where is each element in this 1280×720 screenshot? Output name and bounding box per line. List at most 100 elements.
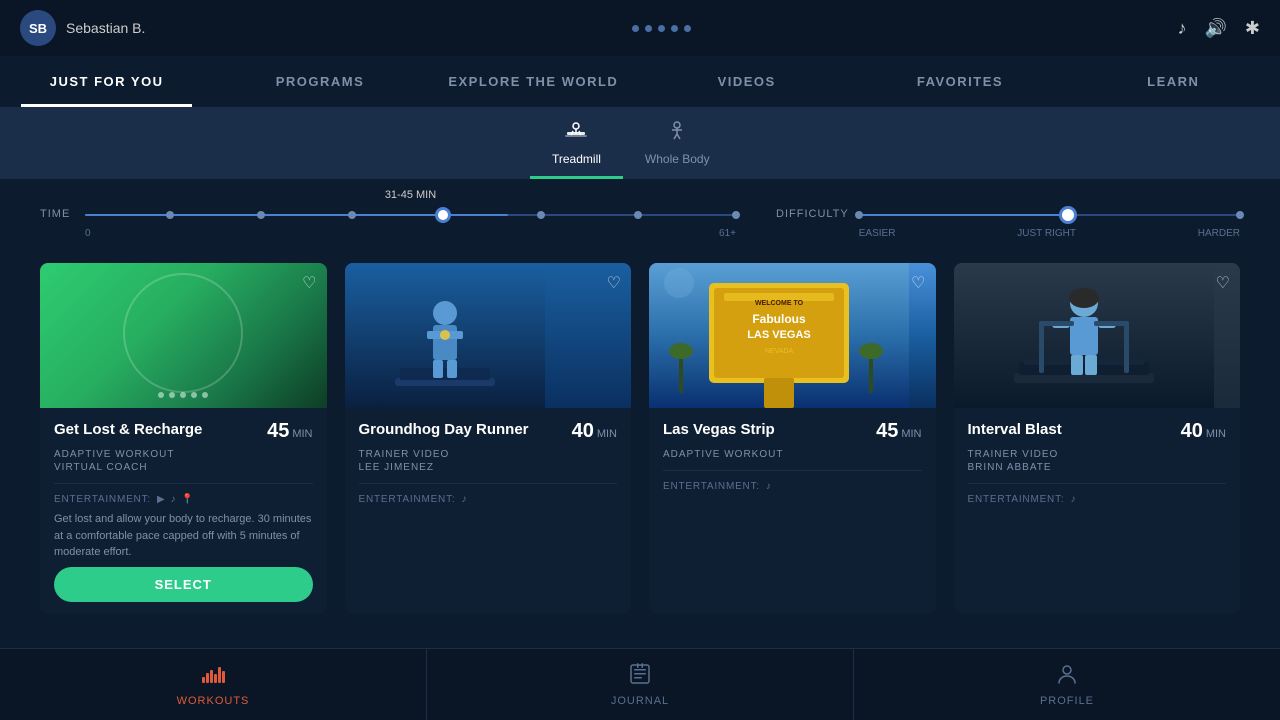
card-3-title: Las Vegas Strip [663, 420, 775, 440]
card-interval-blast: ♡ Interval Blast 40 MIN TRAINER VIDEO BR… [954, 263, 1241, 614]
card-2-body: Groundhog Day Runner 40 MIN TRAINER VIDE… [345, 408, 632, 614]
card-2-image: ♡ [345, 263, 632, 408]
svg-text:WELCOME TO: WELCOME TO [755, 300, 804, 307]
just-right-label: JUST RIGHT [1017, 228, 1076, 239]
time-dot-3 [348, 211, 356, 219]
nav-item-favorites[interactable]: FAVORITES [853, 56, 1066, 107]
card-4-duration: 40 MIN [1181, 420, 1226, 443]
card-1-title: Get Lost & Recharge [54, 420, 202, 440]
card-4-svg [954, 263, 1214, 408]
time-slider-track[interactable] [85, 205, 736, 225]
card-3-duration: 45 MIN [876, 420, 921, 443]
card-4-title: Interval Blast [968, 420, 1062, 440]
time-min-label: 0 [85, 228, 91, 239]
filter-whole-body[interactable]: Whole Body [623, 108, 732, 179]
card-1-divider [54, 483, 313, 484]
card-3-svg: WELCOME TO Fabulous LAS VEGAS NEVADA [649, 263, 909, 408]
main-nav: JUST FOR YOU PROGRAMS EXPLORE THE WORLD … [0, 56, 1280, 108]
favorite-icon-1[interactable]: ♡ [302, 273, 316, 293]
card-1-type: ADAPTIVE WORKOUT [54, 449, 313, 460]
card-2-duration: 40 MIN [572, 420, 617, 443]
nav-item-videos[interactable]: VIDEOS [640, 56, 853, 107]
time-dot-active[interactable] [435, 207, 451, 223]
header: SB Sebastian B. ♪ 🔊 ✱ [0, 0, 1280, 56]
filter-whole-body-label: Whole Body [645, 152, 710, 166]
bottom-nav-profile[interactable]: PROFILE [854, 649, 1280, 720]
time-value: 31-45 MIN [85, 189, 736, 201]
time-dot-2 [257, 211, 265, 219]
time-label: TIME [40, 208, 75, 220]
volume-icon[interactable]: 🔊 [1204, 18, 1226, 39]
music-icon[interactable]: ♪ [1177, 18, 1186, 39]
card-2-title: Groundhog Day Runner [359, 420, 529, 440]
bottom-nav-journal[interactable]: JOURNAL [427, 649, 854, 720]
time-dot-6 [634, 211, 642, 219]
filter-treadmill-label: Treadmill [552, 152, 601, 166]
music-icon: ♪ [170, 494, 176, 505]
dot-2 [645, 25, 652, 32]
bottom-nav-workouts[interactable]: WORKOUTS [0, 649, 427, 720]
difficulty-dot-active[interactable] [1059, 206, 1077, 224]
select-button-1[interactable]: SELECT [54, 567, 313, 602]
card-2-divider [359, 483, 618, 484]
treadmill-icon [563, 120, 589, 148]
favorite-icon-3[interactable]: ♡ [911, 273, 925, 293]
card-4-entertainment: ENTERTAINMENT: ♪ [968, 494, 1227, 505]
header-dots [632, 25, 691, 32]
dot-4 [671, 25, 678, 32]
sub-filter: Treadmill Whole Body [0, 108, 1280, 179]
avatar: SB [20, 10, 56, 46]
difficulty-label: DIFFICULTY [776, 208, 849, 220]
svg-text:NEVADA: NEVADA [765, 348, 794, 355]
whole-body-icon [664, 120, 690, 148]
card-1-entertainment: ENTERTAINMENT: ▶ ♪ 📍 [54, 494, 313, 505]
play-icon: ▶ [157, 494, 166, 505]
dot-5 [684, 25, 691, 32]
nav-item-learn[interactable]: LEARN [1067, 56, 1280, 107]
time-dot-5 [537, 211, 545, 219]
svg-text:LAS VEGAS: LAS VEGAS [747, 329, 811, 341]
profile-label: PROFILE [1040, 695, 1094, 707]
favorite-icon-4[interactable]: ♡ [1216, 273, 1230, 293]
nav-item-just-for-you[interactable]: JUST FOR YOU [0, 56, 213, 107]
card-4-body: Interval Blast 40 MIN TRAINER VIDEO BRIN… [954, 408, 1241, 614]
nav-item-programs[interactable]: PROGRAMS [213, 56, 426, 107]
card-2-svg [345, 263, 545, 408]
card-2-type: TRAINER VIDEO [359, 449, 618, 460]
card-1-image: ♡ [40, 263, 327, 408]
card-1-duration: 45 MIN [267, 420, 312, 443]
journal-icon [629, 663, 651, 691]
bluetooth-icon[interactable]: ✱ [1245, 18, 1260, 39]
svg-text:Fabulous: Fabulous [752, 312, 806, 326]
journal-label: JOURNAL [611, 695, 669, 707]
time-max-label: 61+ [719, 228, 736, 239]
workouts-label: WORKOUTS [177, 695, 250, 707]
card-3-divider [663, 470, 922, 471]
cards-container: ♡ Get Lost & Recharge 45 MIN ADAPTIVE WO… [0, 247, 1280, 630]
nav-item-explore[interactable]: EXPLORE THE WORLD [427, 56, 640, 107]
dot-3 [658, 25, 665, 32]
filter-treadmill[interactable]: Treadmill [530, 108, 623, 179]
dot-1 [632, 25, 639, 32]
header-icons: ♪ 🔊 ✱ [1177, 18, 1260, 39]
location-icon: 📍 [181, 494, 194, 505]
card-4-divider [968, 483, 1227, 484]
sliders: TIME 31-45 MIN 0 61+ [0, 179, 1280, 247]
easier-label: EASIER [859, 228, 896, 239]
card-2-entertainment: ENTERTAINMENT: ♪ [359, 494, 618, 505]
card-1-desc: Get lost and allow your body to recharge… [54, 511, 313, 561]
difficulty-slider-track[interactable] [859, 205, 1240, 225]
music-icon-4: ♪ [1070, 494, 1076, 505]
card-4-type: TRAINER VIDEO [968, 449, 1227, 460]
time-dot-1 [166, 211, 174, 219]
ent-icons-1: ▶ ♪ 📍 [157, 494, 195, 505]
favorite-icon-2[interactable]: ♡ [607, 273, 621, 293]
music-icon-3: ♪ [766, 481, 772, 492]
card-3-type: ADAPTIVE WORKOUT [663, 449, 922, 460]
circle-decoration [123, 273, 243, 393]
card-las-vegas: WELCOME TO Fabulous LAS VEGAS NEVADA ♡ L… [649, 263, 936, 614]
card-3-body: Las Vegas Strip 45 MIN ADAPTIVE WORKOUT … [649, 408, 936, 614]
profile-icon [1056, 663, 1078, 691]
music-icon-2: ♪ [461, 494, 467, 505]
time-dot-7 [732, 211, 740, 219]
